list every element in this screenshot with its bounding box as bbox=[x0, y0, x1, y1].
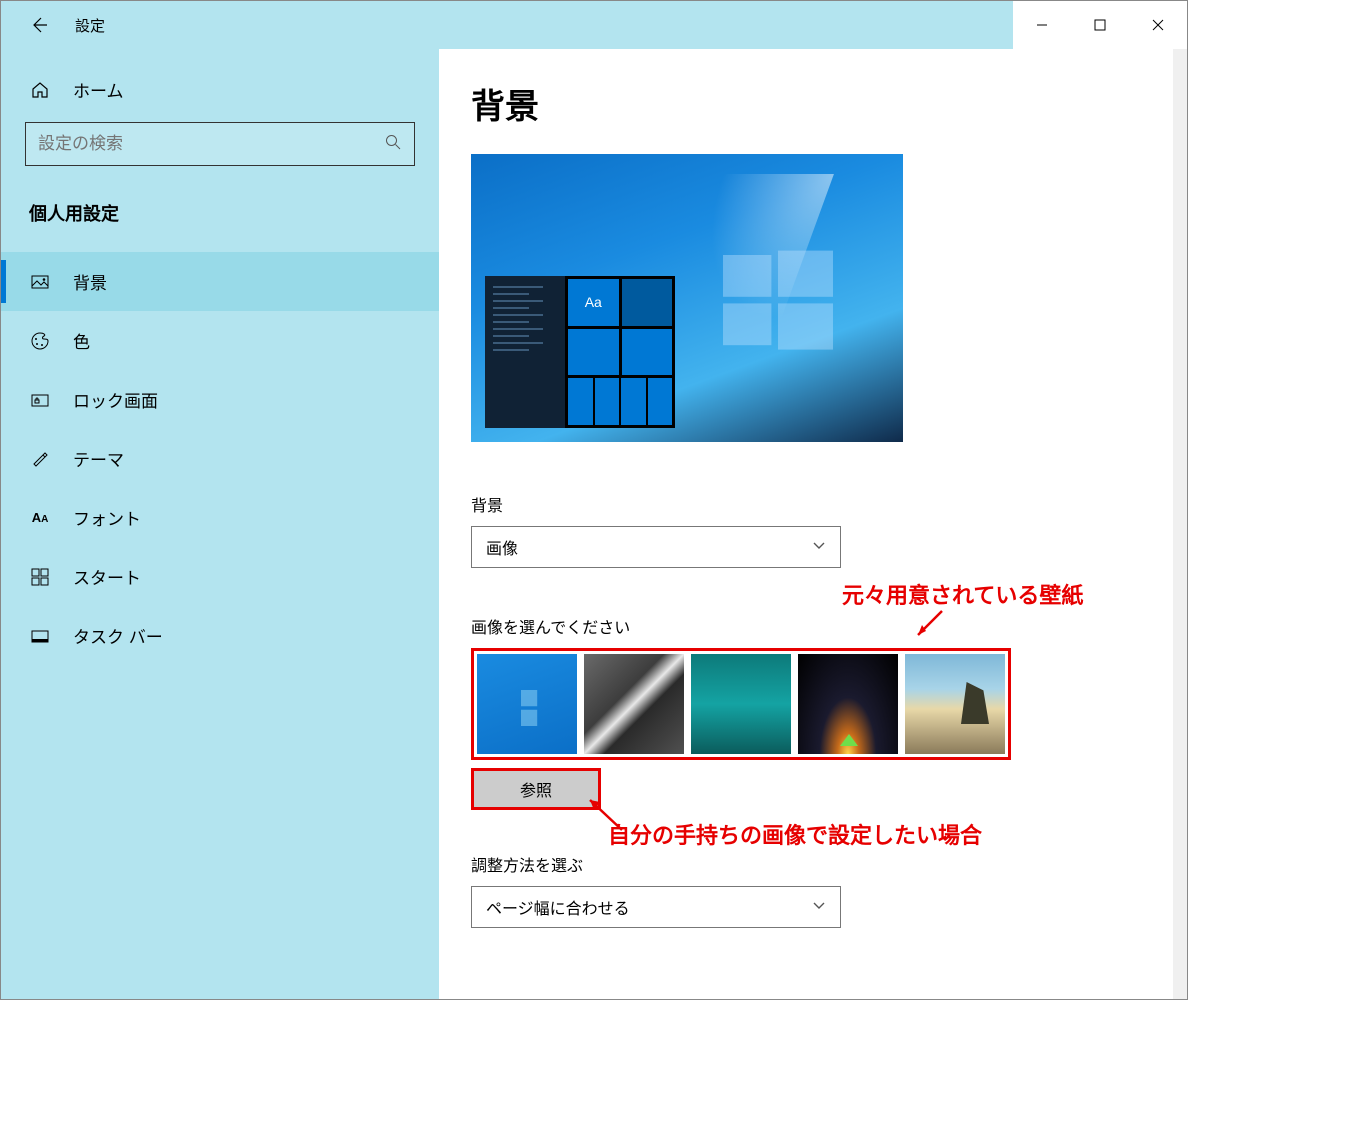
window-controls bbox=[1013, 1, 1187, 49]
sidebar-section-header: 個人用設定 bbox=[29, 200, 411, 226]
font-icon: AA bbox=[29, 507, 51, 529]
taskbar-icon bbox=[29, 625, 51, 647]
home-link[interactable]: ホーム bbox=[25, 67, 415, 122]
settings-window: 設定 ホーム 個人用設定 bbox=[0, 0, 1188, 1000]
sidebar-item-label: 色 bbox=[73, 328, 90, 353]
wallpaper-thumb[interactable] bbox=[477, 654, 577, 754]
wallpaper-thumb[interactable] bbox=[584, 654, 684, 754]
sidebar-item-label: タスク バー bbox=[73, 623, 163, 648]
search-icon bbox=[384, 133, 402, 155]
home-icon bbox=[29, 79, 51, 101]
chevron-down-icon bbox=[812, 538, 826, 557]
sidebar-item-taskbar[interactable]: タスク バー bbox=[1, 606, 439, 665]
theme-icon bbox=[29, 448, 51, 470]
sidebar: ホーム 個人用設定 背景 色 ロッ bbox=[1, 49, 439, 999]
sidebar-nav: 背景 色 ロック画面 テーマ AA フォント bbox=[1, 252, 439, 665]
background-dropdown[interactable]: 画像 bbox=[471, 526, 841, 568]
titlebar: 設定 bbox=[1, 1, 1187, 49]
sidebar-item-label: テーマ bbox=[73, 446, 124, 471]
background-dropdown-value: 画像 bbox=[486, 535, 518, 559]
sidebar-item-label: フォント bbox=[73, 505, 141, 530]
close-button[interactable] bbox=[1129, 1, 1187, 49]
fit-dropdown-value: ページ幅に合わせる bbox=[486, 895, 630, 919]
wallpaper-thumb[interactable] bbox=[691, 654, 791, 754]
preview-sample-text: Aa bbox=[568, 279, 619, 326]
wallpaper-thumb[interactable] bbox=[798, 654, 898, 754]
sidebar-item-label: ロック画面 bbox=[73, 387, 158, 412]
sidebar-item-label: 背景 bbox=[73, 269, 107, 294]
wallpaper-thumbnails bbox=[471, 648, 1011, 760]
lock-screen-icon bbox=[29, 389, 51, 411]
image-icon bbox=[29, 271, 51, 293]
maximize-button[interactable] bbox=[1071, 1, 1129, 49]
wallpaper-thumb[interactable] bbox=[905, 654, 1005, 754]
sidebar-item-label: スタート bbox=[73, 564, 141, 589]
content-area: 背景 Aa 背景 画 bbox=[439, 49, 1187, 999]
sidebar-item-fonts[interactable]: AA フォント bbox=[1, 488, 439, 547]
sidebar-item-themes[interactable]: テーマ bbox=[1, 429, 439, 488]
scrollbar[interactable] bbox=[1173, 49, 1187, 999]
window-title: 設定 bbox=[75, 15, 105, 36]
fit-dropdown[interactable]: ページ幅に合わせる bbox=[471, 886, 841, 928]
fit-dropdown-label: 調整方法を選ぶ bbox=[471, 852, 1155, 876]
sidebar-item-lockscreen[interactable]: ロック画面 bbox=[1, 370, 439, 429]
start-icon bbox=[29, 566, 51, 588]
sidebar-item-start[interactable]: スタート bbox=[1, 547, 439, 606]
chevron-down-icon bbox=[812, 898, 826, 917]
palette-icon bbox=[29, 330, 51, 352]
search-box[interactable] bbox=[25, 122, 415, 166]
home-label: ホーム bbox=[73, 77, 124, 102]
choose-image-label: 画像を選んでください bbox=[471, 614, 1155, 638]
back-button[interactable] bbox=[27, 13, 51, 37]
browse-button[interactable]: 参照 bbox=[471, 768, 601, 810]
search-input[interactable] bbox=[38, 134, 384, 154]
browse-button-label: 参照 bbox=[520, 777, 552, 801]
minimize-button[interactable] bbox=[1013, 1, 1071, 49]
page-title: 背景 bbox=[471, 79, 1155, 128]
desktop-preview: Aa bbox=[471, 154, 903, 442]
background-dropdown-label: 背景 bbox=[471, 492, 1155, 516]
sidebar-item-background[interactable]: 背景 bbox=[1, 252, 439, 311]
sidebar-item-colors[interactable]: 色 bbox=[1, 311, 439, 370]
